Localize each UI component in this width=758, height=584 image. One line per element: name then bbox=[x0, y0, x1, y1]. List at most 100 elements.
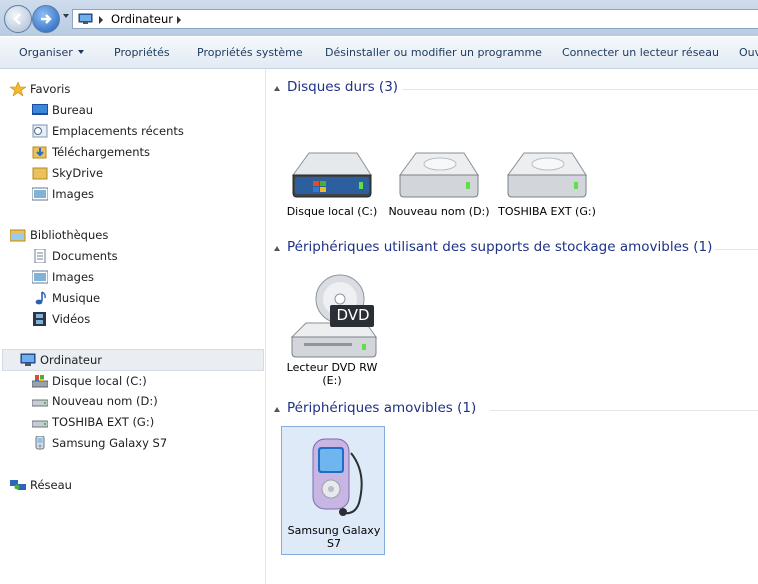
galaxy-s7-tile[interactable]: Samsung Galaxy S7 bbox=[281, 426, 385, 555]
collapse-triangle-icon bbox=[274, 86, 280, 91]
nav-computer-label: Ordinateur bbox=[40, 353, 103, 367]
back-arrow-icon bbox=[13, 13, 21, 25]
nav-computer[interactable]: Ordinateur bbox=[2, 349, 264, 371]
dvd-badge: DVD bbox=[336, 306, 370, 324]
group-divider bbox=[402, 89, 758, 90]
collapse-triangle-icon bbox=[274, 407, 280, 412]
nav-item-label: Téléchargements bbox=[52, 145, 151, 159]
hard-drive-icon bbox=[507, 152, 587, 198]
pictures-icon bbox=[32, 270, 48, 284]
nav-item-drive-c[interactable]: Disque local (C:) bbox=[32, 371, 252, 391]
nav-item-documents[interactable]: Documents bbox=[32, 246, 252, 266]
nav-item-label: TOSHIBA EXT (G:) bbox=[52, 415, 155, 429]
breadcrumb-separator-icon[interactable] bbox=[177, 16, 181, 24]
nav-libraries-label: Bibliothèques bbox=[30, 228, 109, 242]
group-divider bbox=[490, 410, 758, 411]
libraries-icon bbox=[10, 229, 26, 242]
group-header-hard-disks[interactable]: Disques durs (3) bbox=[274, 79, 758, 99]
nav-item-label: Disque local (C:) bbox=[52, 374, 147, 388]
nav-favorites-label: Favoris bbox=[30, 82, 71, 96]
nav-item-label: Images bbox=[52, 187, 95, 201]
drive-g-label: TOSHIBA EXT (G:) bbox=[498, 205, 596, 218]
drive-g-tile[interactable]: TOSHIBA EXT (G:) bbox=[495, 141, 599, 233]
nav-item-label: Bureau bbox=[52, 103, 94, 117]
group-header-removable-storage-devices[interactable]: Périphériques utilisant des supports de … bbox=[274, 239, 758, 259]
nav-item-music[interactable]: Musique bbox=[32, 288, 252, 308]
nav-item-drive-g[interactable]: TOSHIBA EXT (G:) bbox=[32, 412, 252, 432]
nav-item-drive-d[interactable]: Nouveau nom (D:) bbox=[32, 391, 252, 411]
portable-device-icon bbox=[35, 436, 45, 450]
nav-favorites[interactable]: Favoris bbox=[10, 79, 250, 99]
galaxy-s7-label: Samsung Galaxy S7 bbox=[287, 524, 381, 550]
collapse-triangle-icon bbox=[274, 246, 280, 251]
system-drive-icon bbox=[32, 375, 48, 388]
nav-item-label: Musique bbox=[52, 291, 101, 305]
dvd-drive-tile[interactable]: DVD Lecteur DVD RW (E:) bbox=[280, 269, 384, 393]
recent-pages-dropdown[interactable] bbox=[63, 14, 69, 18]
system-properties-button[interactable]: Propriétés système bbox=[197, 46, 303, 59]
skydrive-folder-icon bbox=[32, 167, 48, 180]
group-header-label: Disques durs (3) bbox=[287, 79, 399, 95]
nav-item-images[interactable]: Images bbox=[32, 184, 252, 204]
nav-libraries[interactable]: Bibliothèques bbox=[10, 225, 250, 245]
content-pane: Disques durs (3) Disque local (C:) Nouve… bbox=[266, 69, 758, 584]
nav-item-label: Images bbox=[52, 270, 95, 284]
map-network-drive-button[interactable]: Connecter un lecteur réseau bbox=[562, 46, 719, 59]
hard-drive-icon bbox=[32, 420, 48, 428]
nav-item-label: Documents bbox=[52, 249, 118, 263]
group-divider bbox=[714, 249, 758, 250]
nav-item-label: Nouveau nom (D:) bbox=[52, 394, 158, 408]
nav-item-downloads[interactable]: Téléchargements bbox=[32, 142, 252, 162]
downloads-folder-icon bbox=[32, 146, 47, 159]
documents-icon bbox=[34, 249, 46, 263]
nav-item-label: SkyDrive bbox=[52, 166, 104, 180]
nav-item-videos[interactable]: Vidéos bbox=[32, 309, 252, 329]
drive-d-tile[interactable]: Nouveau nom (D:) bbox=[387, 141, 491, 233]
breadcrumb-separator-icon[interactable] bbox=[99, 16, 103, 24]
chevron-down-icon bbox=[77, 50, 84, 54]
star-icon bbox=[10, 82, 26, 96]
drive-c-label: Disque local (C:) bbox=[286, 205, 378, 218]
nav-item-bureau[interactable]: Bureau bbox=[32, 100, 252, 120]
drive-c-tile[interactable]: Disque local (C:) bbox=[280, 141, 384, 233]
recent-places-icon bbox=[32, 124, 48, 138]
forward-button[interactable] bbox=[32, 5, 60, 33]
music-note-icon bbox=[35, 291, 46, 305]
nav-item-skydrive[interactable]: SkyDrive bbox=[32, 163, 252, 183]
nav-item-label: Vidéos bbox=[52, 312, 91, 326]
nav-item-label: Emplacements récents bbox=[52, 124, 184, 138]
pictures-icon bbox=[32, 187, 48, 201]
group-header-label: Périphériques utilisant des supports de … bbox=[287, 239, 713, 255]
breadcrumb-ordinateur[interactable]: Ordinateur bbox=[111, 12, 173, 26]
organise-button[interactable]: Organiser bbox=[19, 46, 84, 59]
nav-item-galaxy-s7[interactable]: Samsung Galaxy S7 bbox=[32, 433, 252, 453]
group-header-label: Périphériques amovibles (1) bbox=[287, 400, 477, 416]
address-bar-area: Ordinateur bbox=[0, 0, 758, 36]
back-button[interactable] bbox=[4, 5, 32, 33]
group-header-removable-devices[interactable]: Périphériques amovibles (1) bbox=[274, 400, 758, 420]
computer-icon bbox=[20, 353, 36, 366]
nav-item-recent-places[interactable]: Emplacements récents bbox=[32, 121, 252, 141]
portable-device-icon bbox=[312, 438, 363, 516]
hard-drive-icon bbox=[32, 399, 48, 407]
address-field[interactable]: Ordinateur bbox=[72, 9, 758, 29]
open-control-panel-button[interactable]: Ouv bbox=[739, 46, 758, 59]
uninstall-program-button[interactable]: Désinstaller ou modifier un programme bbox=[325, 46, 542, 59]
computer-icon bbox=[78, 13, 93, 24]
drive-d-label: Nouveau nom (D:) bbox=[388, 205, 490, 218]
hard-drive-icon bbox=[399, 152, 479, 198]
nav-item-label: Samsung Galaxy S7 bbox=[52, 436, 168, 450]
forward-arrow-icon bbox=[41, 14, 52, 24]
nav-network-label: Réseau bbox=[30, 478, 72, 492]
nav-network[interactable]: Réseau bbox=[10, 475, 250, 495]
command-bar: Organiser Propriétés Propriétés système … bbox=[0, 37, 758, 69]
film-strip-icon bbox=[33, 312, 46, 326]
dvd-drive-label: Lecteur DVD RW (E:) bbox=[286, 361, 378, 387]
desktop-icon bbox=[32, 104, 48, 115]
organise-label: Organiser bbox=[19, 46, 73, 59]
system-drive-icon bbox=[292, 152, 372, 198]
network-icon bbox=[10, 480, 26, 490]
nav-item-library-images[interactable]: Images bbox=[32, 267, 252, 287]
navigation-pane: Favoris Bureau Emplacements récents Télé… bbox=[0, 69, 265, 584]
properties-button[interactable]: Propriétés bbox=[114, 46, 170, 59]
